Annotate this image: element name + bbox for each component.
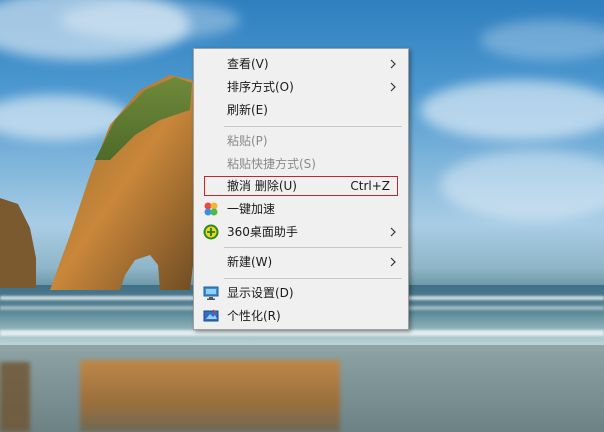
menu-item-paste-shortcut[interactable]: 粘贴快捷方式(S) (194, 153, 408, 175)
menu-item-label: 粘贴快捷方式(S) (227, 157, 316, 171)
menu-item-label: 刷新(E) (227, 103, 268, 117)
chevron-right-icon (390, 82, 396, 92)
menu-item-label: 显示设置(D) (227, 286, 294, 300)
menu-item-label: 撤消 删除(U) (227, 179, 297, 193)
menu-item-new[interactable]: 新建(W) (194, 251, 408, 273)
wave (0, 330, 604, 336)
menu-item-label: 个性化(R) (227, 309, 281, 323)
menu-item-sort-by[interactable]: 排序方式(O) (194, 76, 408, 98)
menu-item-label: 粘贴(P) (227, 134, 268, 148)
cloud (60, 0, 240, 40)
rock-left (0, 198, 36, 288)
menu-item-paste[interactable]: 粘贴(P) (194, 130, 408, 152)
menu-item-label: 360桌面助手 (227, 225, 298, 239)
chevron-right-icon (390, 227, 396, 237)
desktop-wallpaper: 查看(V) 排序方式(O) 刷新(E) 粘贴(P) 粘贴快捷方式(S) 撤消 删… (0, 0, 604, 432)
menu-item-view[interactable]: 查看(V) (194, 53, 408, 75)
menu-item-personalize[interactable]: 个性化(R) (194, 305, 408, 327)
display-settings-icon (203, 286, 219, 300)
personalize-icon (203, 309, 219, 322)
menu-separator (224, 126, 402, 127)
cloud (480, 20, 604, 60)
cloud (420, 80, 604, 140)
chevron-right-icon (390, 257, 396, 267)
360-assistant-icon (203, 224, 219, 240)
desktop-context-menu: 查看(V) 排序方式(O) 刷新(E) 粘贴(P) 粘贴快捷方式(S) 撤消 删… (193, 48, 409, 330)
menu-separator (224, 278, 402, 279)
menu-item-label: 排序方式(O) (227, 80, 294, 94)
cloud (440, 150, 604, 220)
menu-item-360-desktop-assistant[interactable]: 360桌面助手 (194, 221, 408, 243)
menu-item-label: 新建(W) (227, 255, 273, 269)
chevron-right-icon (390, 59, 396, 69)
rock-reflection-left (0, 362, 30, 432)
speedup-icon (204, 202, 218, 216)
rock-arch (50, 75, 200, 290)
menu-item-label: 一键加速 (227, 202, 276, 216)
menu-item-refresh[interactable]: 刷新(E) (194, 99, 408, 121)
menu-separator (224, 247, 402, 248)
menu-item-shortcut: Ctrl+Z (350, 179, 390, 193)
menu-item-label: 查看(V) (227, 57, 269, 71)
menu-item-undo-delete[interactable]: 撤消 删除(U) Ctrl+Z (204, 176, 398, 196)
menu-item-display-settings[interactable]: 显示设置(D) (194, 282, 408, 304)
menu-item-speedup[interactable]: 一键加速 (194, 198, 408, 220)
rock-reflection (80, 360, 340, 432)
